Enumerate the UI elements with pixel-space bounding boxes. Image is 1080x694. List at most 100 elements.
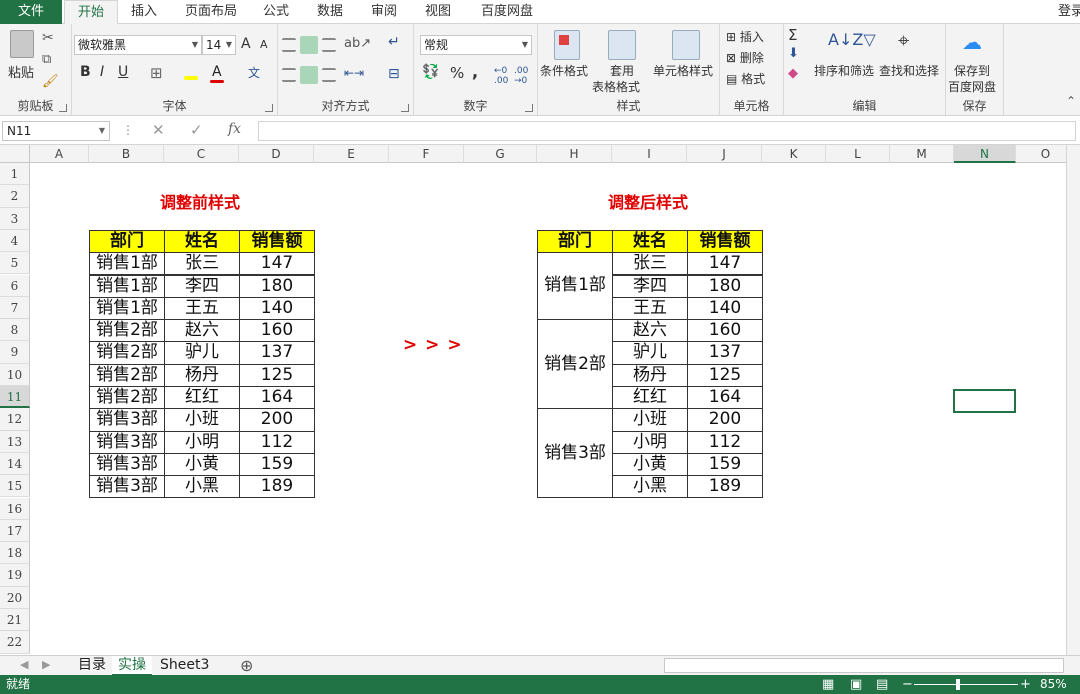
column-header[interactable]: L [826, 145, 890, 163]
row-header[interactable]: 21 [0, 609, 30, 632]
table-cell[interactable]: 小黄 [164, 452, 240, 477]
table-cell[interactable]: 125 [239, 363, 315, 387]
table-cell[interactable]: 小黑 [612, 475, 688, 499]
clear-icon[interactable]: ◆ [788, 66, 798, 81]
table-cell[interactable]: 140 [687, 296, 763, 321]
column-header[interactable]: I [612, 145, 687, 163]
column-header[interactable]: G [464, 145, 537, 163]
italic-button[interactable]: I [100, 64, 104, 80]
merged-dept-cell[interactable]: 销售2部 [537, 319, 613, 410]
table-cell[interactable]: 销售1部 [89, 274, 165, 298]
cell-styles-button[interactable]: 单元格样式 [653, 62, 713, 79]
fill-color-icon[interactable] [184, 76, 198, 80]
page-layout-view-icon[interactable]: ▣ [850, 675, 862, 694]
column-header[interactable]: E [314, 145, 389, 163]
sheet-tab-catalog[interactable]: 目录 [72, 656, 112, 676]
menu-page-layout[interactable]: 页面布局 [178, 0, 244, 24]
row-header[interactable]: 15 [0, 475, 30, 498]
table-cell[interactable]: 赵六 [164, 319, 240, 343]
row-header[interactable]: 1 [0, 163, 30, 186]
table-cell[interactable]: 189 [239, 475, 315, 499]
grow-font-button[interactable]: A [241, 36, 251, 52]
decrease-decimal-icon[interactable]: .00 →0 [514, 66, 528, 86]
table-cell[interactable]: 112 [687, 430, 763, 454]
row-header[interactable]: 7 [0, 296, 30, 320]
dialog-launcher-icon[interactable] [59, 104, 67, 112]
align-center-icon[interactable] [300, 66, 318, 84]
table-cell[interactable]: 销售3部 [89, 430, 165, 454]
row-header[interactable]: 17 [0, 519, 30, 543]
font-name-select[interactable]: 微软雅黑 ▼ [74, 35, 202, 55]
dialog-launcher-icon[interactable] [401, 104, 409, 112]
phonetic-icon[interactable]: 文 [248, 64, 260, 81]
name-box[interactable]: N11 ▼ [2, 121, 110, 141]
merged-dept-cell[interactable]: 销售1部 [537, 252, 613, 321]
table-cell[interactable]: 销售3部 [89, 475, 165, 499]
table-cell[interactable]: 159 [687, 452, 763, 477]
table-cell[interactable]: 137 [239, 341, 315, 365]
underline-button[interactable]: U [118, 64, 128, 80]
table-cell[interactable]: 小黄 [612, 452, 688, 477]
column-header[interactable]: K [762, 145, 826, 163]
font-size-select[interactable]: 14 ▼ [202, 35, 236, 55]
format-painter-icon[interactable]: 🖌 [42, 74, 59, 89]
cancel-icon[interactable]: ✕ [152, 121, 165, 139]
row-header[interactable]: 9 [0, 341, 30, 364]
table-cell[interactable]: 164 [239, 386, 315, 410]
add-sheet-button[interactable]: ⊕ [234, 656, 259, 676]
shrink-font-button[interactable]: A [260, 38, 268, 51]
dialog-launcher-icon[interactable] [525, 104, 533, 112]
border-icon[interactable]: ⊞ [150, 64, 163, 82]
insert-function-button[interactable]: fx [228, 121, 241, 137]
table-cell[interactable]: 159 [239, 452, 315, 477]
column-header[interactable]: J [687, 145, 762, 163]
menu-view[interactable]: 视图 [414, 0, 462, 24]
column-header[interactable]: N [954, 145, 1016, 163]
menu-baidu-pan[interactable]: 百度网盘 [470, 0, 544, 24]
row-header[interactable]: 12 [0, 408, 30, 431]
row-header[interactable]: 20 [0, 586, 30, 609]
table-cell[interactable]: 137 [687, 341, 763, 365]
table-cell[interactable]: 李四 [164, 274, 240, 298]
menu-home[interactable]: 开始 [64, 0, 118, 25]
collapse-ribbon-icon[interactable]: ⌃ [1066, 94, 1076, 108]
align-bottom-icon[interactable] [322, 38, 336, 52]
page-break-view-icon[interactable]: ▤ [876, 675, 888, 694]
formula-input[interactable] [258, 121, 1076, 141]
row-header[interactable]: 19 [0, 564, 30, 587]
format-cells-button[interactable]: ▤ 格式 [726, 70, 765, 87]
table-cell[interactable]: 驴儿 [612, 341, 688, 365]
column-header[interactable]: H [537, 145, 612, 163]
number-format-select[interactable]: 常规 ▼ [420, 35, 532, 55]
next-sheet-icon[interactable]: ▶ [42, 658, 50, 671]
zoom-in-button[interactable]: + [1020, 675, 1031, 694]
table-header-cell[interactable]: 姓名 [164, 229, 240, 254]
table-cell[interactable]: 张三 [612, 252, 688, 276]
table-cell[interactable]: 驴儿 [164, 341, 240, 365]
autosum-icon[interactable]: Σ [788, 26, 797, 44]
sheet-tab-sheet3[interactable]: Sheet3 [154, 656, 215, 676]
menu-formulas[interactable]: 公式 [252, 0, 300, 24]
baidu-cloud-icon[interactable]: ☁ [962, 30, 982, 54]
login-link[interactable]: 登录 [1056, 0, 1080, 24]
table-cell[interactable]: 红红 [612, 386, 688, 410]
align-right-icon[interactable] [322, 68, 336, 82]
row-header[interactable]: 16 [0, 497, 30, 520]
align-left-icon[interactable] [282, 68, 296, 82]
table-cell[interactable]: 164 [687, 386, 763, 410]
conditional-format-button[interactable]: 条件格式 [540, 62, 588, 79]
table-format-button-line2[interactable]: 表格格式 [592, 78, 640, 95]
cell-styles-icon[interactable] [672, 30, 700, 60]
delete-cells-button[interactable]: ⊠ 删除 [726, 49, 764, 66]
worksheet-grid[interactable]: ABCDEFGHIJKLMNO 1 2 3 4 5 6 7 8 9 10 11 12 13 14 15 16 1… [0, 145, 1080, 655]
table-cell[interactable]: 李四 [612, 274, 688, 298]
fill-icon[interactable]: ⬇ [788, 46, 799, 61]
table-cell[interactable]: 小明 [164, 430, 240, 454]
row-header[interactable]: 22 [0, 631, 30, 654]
select-all-corner[interactable] [0, 145, 30, 163]
bold-button[interactable]: B [80, 64, 91, 80]
accounting-icon[interactable]: 💱 [422, 64, 439, 80]
row-header[interactable]: 13 [0, 430, 30, 453]
find-select-button[interactable]: 查找和选择 [879, 62, 939, 79]
paste-button[interactable]: 粘贴 [8, 62, 34, 81]
